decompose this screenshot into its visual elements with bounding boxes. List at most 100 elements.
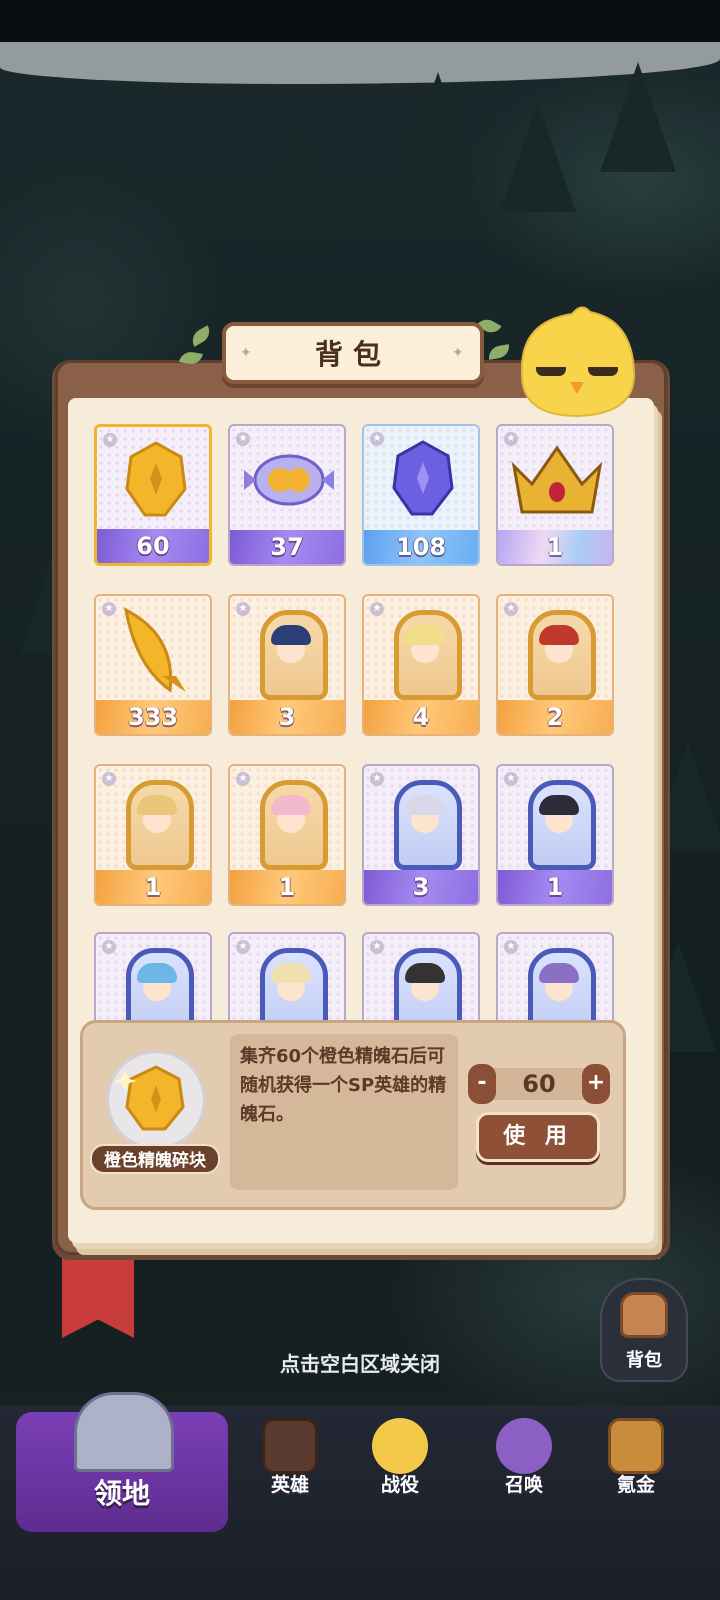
nav-recharge-label: 氪金 (616, 1474, 655, 1496)
star-icon: ★ (102, 940, 116, 954)
quantity-value[interactable]: 60 (492, 1068, 586, 1100)
star-icon: ★ (102, 602, 116, 616)
purple-crystal-icon: ★ (364, 426, 478, 534)
nav-battle-tab[interactable]: 战役 (350, 1408, 450, 1504)
star-icon: ★ (504, 772, 518, 786)
chick-warrior-icon (372, 1418, 428, 1474)
item-count: 3 (230, 700, 344, 734)
hero-soulstone-purple-icon: ★ (96, 934, 210, 1022)
star-icon: ★ (236, 772, 250, 786)
bag-title-plate: ✦ 背包 ✦ (222, 322, 484, 384)
bag-item-slot[interactable]: ★ (362, 932, 480, 1022)
crown-icon: ★ (498, 426, 612, 534)
use-button[interactable]: 使 用 (476, 1112, 600, 1162)
star-icon: ★ (236, 602, 250, 616)
chick-mascot-icon (520, 306, 636, 418)
nav-heroes-tab[interactable]: 英雄 (240, 1408, 340, 1504)
hero-soulstone-orange-icon: ★ (96, 766, 210, 874)
hero-hair (271, 963, 311, 983)
hero-portrait (394, 780, 462, 870)
hero-hair (137, 795, 177, 815)
nav-summon-label: 召唤 (504, 1474, 543, 1496)
bag-item-slot[interactable]: ★ (94, 932, 212, 1022)
selected-item-name: 橙色精魄碎块 (90, 1144, 220, 1174)
hero-hair (405, 963, 445, 983)
hero-portrait (260, 948, 328, 1022)
nav-home-label: 领地 (93, 1477, 150, 1510)
item-count: 108 (364, 530, 478, 564)
star-icon: ★ (103, 433, 117, 447)
hero-portrait (394, 948, 462, 1022)
hero-soulstone-purple-icon: ★ (364, 766, 478, 874)
nav-recharge-tab[interactable]: 氪金 (586, 1408, 686, 1504)
item-count: 60 (97, 529, 209, 563)
star-icon: ★ (504, 432, 518, 446)
nav-home-tab[interactable]: 领地 (16, 1392, 228, 1532)
hero-soulstone-purple-icon: ★ (230, 934, 344, 1022)
bag-item-slot[interactable]: ★ (228, 932, 346, 1022)
sparkle-icon: ✦ (452, 345, 464, 361)
star-icon: ★ (504, 940, 518, 954)
hero-portrait (528, 610, 596, 700)
bag-item-slot[interactable]: ★ 2 (496, 594, 614, 736)
nav-heroes-label: 英雄 (270, 1474, 309, 1496)
item-count: 3 (364, 870, 478, 904)
summon-circle-icon (496, 1418, 552, 1474)
sparkle-icon: ✦ (240, 345, 252, 361)
hero-portrait (528, 780, 596, 870)
star-icon: ★ (370, 772, 384, 786)
hero-hair (539, 625, 579, 645)
hero-hair (405, 625, 445, 645)
bag-item-slot[interactable]: ★ 60 (94, 424, 212, 566)
hero-soulstone-orange-icon: ★ (230, 766, 344, 874)
castle-icon (74, 1392, 174, 1472)
item-count: 1 (230, 870, 344, 904)
bag-item-slot[interactable]: ★ 333 (94, 594, 212, 736)
bag-item-slot[interactable]: ★ 3 (228, 594, 346, 736)
nav-battle-label: 战役 (380, 1474, 419, 1496)
star-icon: ★ (236, 940, 250, 954)
bag-item-slot[interactable]: ★ 108 (362, 424, 480, 566)
quantity-stepper: - 60 + (468, 1064, 610, 1104)
hero-soulstone-purple-icon: ★ (498, 934, 612, 1022)
bag-item-slot[interactable]: ★ 1 (496, 764, 614, 906)
hero-portrait (126, 780, 194, 870)
hero-soulstone-orange-icon: ★ (498, 596, 612, 704)
bag-item-slot[interactable]: ★ (496, 932, 614, 1022)
hero-hair (539, 795, 579, 815)
item-grid: ★ 60 ★ 37 ★ 108 ★ 1 ★ 333 ★ 3 ★ 4 ★ 2 ★ 1 ★ 1 ★ 3 ★ 1 ★ ★ ★ ★ (94, 424, 614, 1022)
hero-portrait (528, 948, 596, 1022)
bag-item-slot[interactable]: ★ 3 (362, 764, 480, 906)
bag-title: 背包 (314, 338, 391, 371)
bag-item-slot[interactable]: ★ 1 (94, 764, 212, 906)
star-icon: ★ (370, 602, 384, 616)
hero-soulstone-orange-icon: ★ (230, 596, 344, 704)
hero-soulstone-purple-icon: ★ (498, 766, 612, 874)
star-icon: ★ (370, 432, 384, 446)
golden-feather-icon: ★ (96, 596, 210, 704)
item-count: 2 (498, 700, 612, 734)
hero-portrait (260, 780, 328, 870)
star-icon: ★ (504, 602, 518, 616)
item-count: 333 (96, 700, 210, 734)
backpack-icon (620, 1292, 668, 1338)
bag-item-slot[interactable]: ★ 1 (496, 424, 614, 566)
hero-hair (137, 963, 177, 983)
orange-soul-shard-icon: ★ (97, 427, 209, 535)
star-icon: ★ (236, 432, 250, 446)
candy-icon: ★ (230, 426, 344, 534)
bag-item-slot[interactable]: ★ 4 (362, 594, 480, 736)
book-icon (262, 1418, 318, 1474)
hero-soulstone-orange-icon: ★ (364, 596, 478, 704)
bag-item-slot[interactable]: ★ 37 (228, 424, 346, 566)
increase-button[interactable]: + (582, 1064, 610, 1104)
item-count: 1 (498, 530, 612, 564)
treasure-chest-icon (608, 1418, 664, 1474)
item-count: 37 (230, 530, 344, 564)
hero-portrait (394, 610, 462, 700)
hero-hair (271, 795, 311, 815)
bag-item-slot[interactable]: ★ 1 (228, 764, 346, 906)
orange-shard-icon (113, 1065, 185, 1131)
hero-portrait (260, 610, 328, 700)
nav-summon-tab[interactable]: 召唤 (474, 1408, 574, 1504)
